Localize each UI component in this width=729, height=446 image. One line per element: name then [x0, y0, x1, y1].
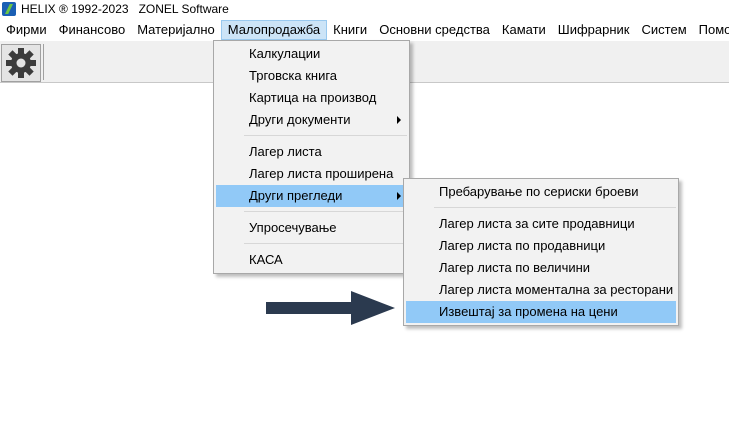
submenu-item-izvestaj-promena-ceni[interactable]: Извештај за промена на цени: [406, 301, 676, 323]
drugi-pregledi-submenu: Пребарување по сериски броеви Лагер лист…: [403, 178, 679, 326]
helix-logo-icon: [2, 2, 16, 16]
menu-kamati[interactable]: Камати: [496, 20, 552, 40]
menu-osnovni-sredstva[interactable]: Основни средства: [373, 20, 496, 40]
submenu-arrow-icon: [397, 192, 401, 200]
menu-item-drugi-pregledi[interactable]: Други прегледи: [216, 185, 407, 207]
menu-item-label: Други прегледи: [249, 188, 343, 203]
submenu-item-prebaruvanje-seriski[interactable]: Пребарување по сериски броеви: [406, 181, 676, 203]
menu-sistem[interactable]: Систем: [636, 20, 693, 40]
menu-knigi[interactable]: Книги: [327, 20, 373, 40]
menu-item-lager-lista[interactable]: Лагер листа: [216, 141, 407, 163]
menu-maloprodazba[interactable]: Малопродажба: [220, 20, 328, 40]
submenu-item-lager-momentalna-restorani[interactable]: Лагер листа моментална за ресторани: [406, 279, 676, 301]
menu-item-kartica-na-proizvod[interactable]: Картица на производ: [216, 87, 407, 109]
window-title: HELIX ® 1992-2023 ZONEL Software: [21, 2, 229, 16]
menu-item-trgovska-kniga[interactable]: Трговска книга: [216, 65, 407, 87]
title-bar: HELIX ® 1992-2023 ZONEL Software: [0, 0, 729, 18]
pointer-arrow-icon: [266, 291, 395, 325]
menu-item-kasa[interactable]: КАСА: [216, 249, 407, 271]
menu-sifrarnik[interactable]: Шифрарник: [552, 20, 636, 40]
menu-item-drugi-dokumenti[interactable]: Други документи: [216, 109, 407, 131]
submenu-item-lager-site-prodavnici[interactable]: Лагер листа за сите продавници: [406, 213, 676, 235]
menu-pomos[interactable]: Помош: [693, 20, 729, 40]
settings-button[interactable]: [1, 44, 41, 82]
menu-separator: [244, 211, 407, 212]
menu-bar: Фирми Финансово Материјално Малопродажба…: [0, 19, 729, 41]
menu-item-lager-lista-prosirena[interactable]: Лагер листа проширена: [216, 163, 407, 185]
gear-icon: [6, 48, 36, 78]
menu-finansovo[interactable]: Финансово: [53, 20, 132, 40]
menu-separator: [244, 135, 407, 136]
submenu-item-lager-po-velicini[interactable]: Лагер листа по величини: [406, 257, 676, 279]
maloprodazba-dropdown: Калкулации Трговска книга Картица на про…: [213, 40, 410, 274]
menu-item-label: Други документи: [249, 112, 351, 127]
menu-materijalno[interactable]: Материјално: [131, 20, 221, 40]
menu-separator: [244, 243, 407, 244]
submenu-arrow-icon: [397, 116, 401, 124]
menu-firmi[interactable]: Фирми: [0, 20, 53, 40]
menu-item-uprosecuvanje[interactable]: Упросечување: [216, 217, 407, 239]
menu-separator: [434, 207, 676, 208]
toolbar-separator: [43, 44, 44, 80]
menu-item-kalkulacii[interactable]: Калкулации: [216, 43, 407, 65]
submenu-item-lager-po-prodavnici[interactable]: Лагер листа по продавници: [406, 235, 676, 257]
